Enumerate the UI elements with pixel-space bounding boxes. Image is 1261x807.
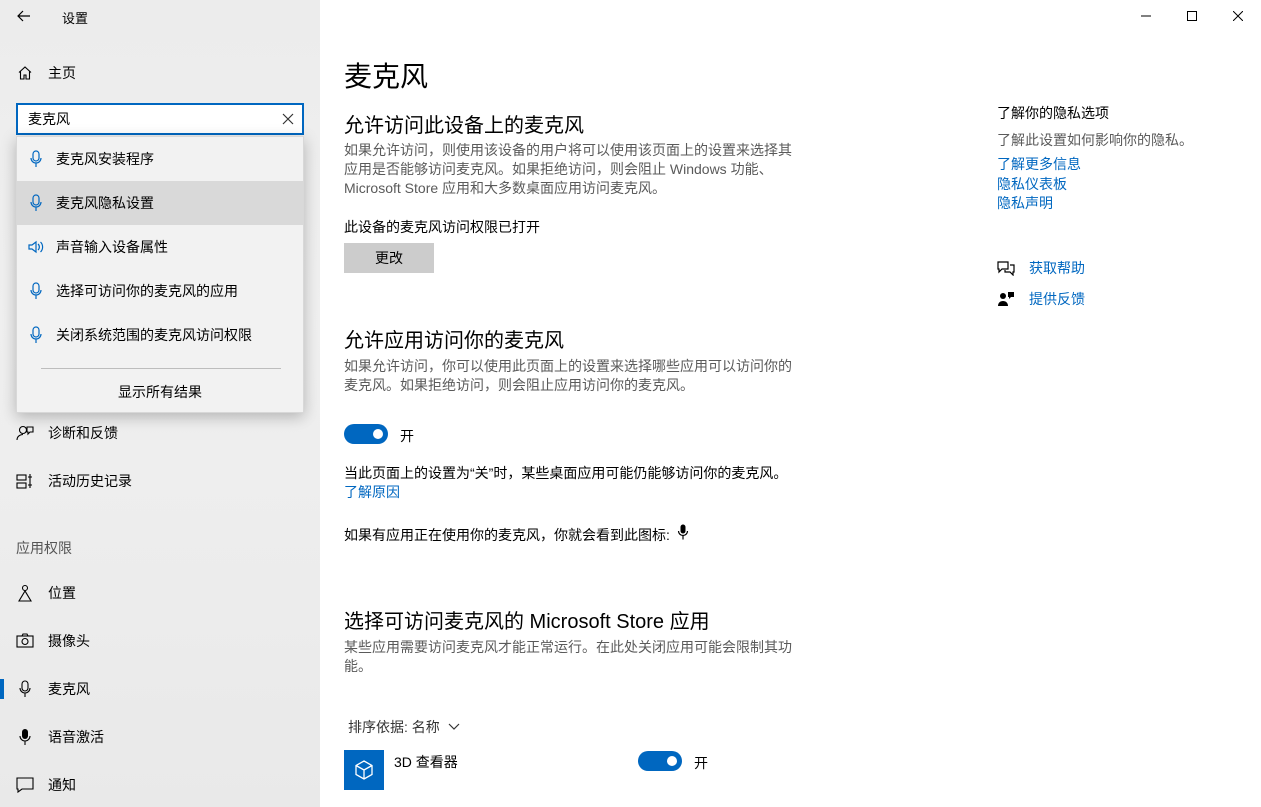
suggestion-label: 麦克风安装程序: [56, 151, 154, 167]
microphone-in-use-icon: [677, 524, 689, 540]
camera-icon: [16, 632, 34, 650]
suggestion-item[interactable]: 麦克风安装程序: [17, 137, 303, 181]
give-feedback-label: 提供反馈: [1029, 291, 1085, 307]
sidebar-item-microphone[interactable]: 麦克风: [0, 669, 320, 709]
sidebar-item-camera[interactable]: 摄像头: [0, 621, 320, 661]
toggle-knob: [667, 756, 677, 766]
sidebar-item-label: 活动历史记录: [48, 473, 132, 489]
sidebar-item-home[interactable]: 主页: [0, 53, 320, 93]
feedback-icon: [998, 292, 1014, 306]
toggle-state-label: 开: [694, 755, 708, 771]
get-help-link[interactable]: 获取帮助: [997, 257, 1197, 279]
app-name: 3D 查看器: [394, 754, 458, 770]
home-icon: [16, 64, 34, 82]
suggestion-item[interactable]: 选择可访问你的麦克风的应用: [17, 269, 303, 313]
sidebar-item-label: 麦克风: [48, 681, 90, 697]
help-chat-icon: [997, 261, 1015, 276]
suggestion-item[interactable]: 麦克风隐私设置: [17, 181, 303, 225]
minimize-icon: [1141, 15, 1151, 17]
suggestion-label: 麦克风隐私设置: [56, 195, 154, 211]
microphone-icon: [27, 194, 45, 212]
app-tile: [344, 750, 384, 790]
app-access-toggle[interactable]: [344, 424, 388, 444]
app-toggle[interactable]: [638, 751, 682, 771]
chevron-down-icon: [448, 723, 460, 730]
toggle-state-label: 开: [400, 428, 414, 444]
toggle-knob: [373, 429, 383, 439]
suggestion-label: 声音输入设备属性: [56, 239, 168, 255]
close-icon: [1233, 11, 1243, 21]
sidebar-item-label: 诊断和反馈: [48, 425, 118, 441]
clear-icon[interactable]: [280, 111, 296, 127]
suggestion-item[interactable]: 声音输入设备属性: [17, 225, 303, 269]
speaker-icon: [27, 238, 45, 256]
sidebar-item-label: 摄像头: [48, 633, 90, 649]
suggestion-label: 关闭系统范围的麦克风访问权限: [56, 327, 252, 343]
sidebar-item-activity-history[interactable]: 活动历史记录: [0, 461, 320, 501]
app-access-heading: 允许应用访问你的麦克风: [344, 330, 564, 352]
device-access-description: 如果允许访问，则使用该设备的用户将可以使用该页面上的设置来选择其应用是否能够访问…: [344, 142, 792, 196]
privacy-options-text: 了解此设置如何影响你的隐私。: [997, 132, 1193, 148]
voice-activation-icon: [16, 728, 34, 746]
page-title: 麦克风: [344, 61, 429, 92]
suggestion-label: 选择可访问你的麦克风的应用: [56, 283, 238, 299]
change-button[interactable]: 更改: [344, 243, 434, 273]
microphone-icon: [27, 326, 45, 344]
privacy-options-heading: 了解你的隐私选项: [997, 105, 1109, 121]
sidebar-titlebar: 设置: [0, 0, 320, 32]
3d-cube-icon: [355, 760, 373, 780]
app-access-description: 如果允许访问，你可以使用此页面上的设置来选择哪些应用可以访问你的麦克风。如果拒绝…: [344, 358, 792, 393]
minimize-button[interactable]: [1123, 0, 1169, 32]
sidebar-item-location[interactable]: 位置: [0, 573, 320, 613]
privacy-statement-link[interactable]: 隐私声明: [997, 193, 1053, 213]
sidebar-item-label: 通知: [48, 777, 76, 793]
sidebar-item-label: 语音激活: [48, 729, 104, 745]
get-help-label: 获取帮助: [1029, 260, 1085, 276]
device-access-status: 此设备的麦克风访问权限已打开: [344, 219, 540, 235]
device-access-heading: 允许访问此设备上的麦克风: [344, 115, 584, 137]
sidebar-item-diagnostics[interactable]: 诊断和反馈: [0, 413, 320, 453]
maximize-button[interactable]: [1169, 0, 1215, 32]
back-button[interactable]: [12, 4, 36, 28]
section-header: 应用权限: [16, 540, 72, 556]
feedback-person-icon: [16, 424, 34, 442]
search-box[interactable]: [16, 103, 304, 135]
microphone-icon: [27, 282, 45, 300]
notification-icon: [16, 776, 34, 794]
desktop-apps-note: 当此页面上的设置为“关”时，某些桌面应用可能仍能够访问你的麦克风。: [344, 465, 788, 481]
sidebar-item-label: 主页: [48, 65, 76, 81]
sidebar-item-notifications[interactable]: 通知: [0, 765, 320, 805]
privacy-dashboard-link[interactable]: 隐私仪表板: [997, 174, 1067, 194]
store-apps-description: 某些应用需要访问麦克风才能正常运行。在此处关闭应用可能会限制其功能。: [344, 639, 792, 674]
suggestion-item[interactable]: 关闭系统范围的麦克风访问权限: [17, 313, 303, 357]
back-arrow-icon: [17, 10, 30, 22]
app-title: 设置: [62, 11, 89, 26]
sort-label: 排序依据: 名称: [348, 719, 440, 735]
sort-dropdown[interactable]: 排序依据: 名称: [348, 717, 460, 737]
divider: [41, 368, 281, 369]
learn-why-link[interactable]: 了解原因: [344, 482, 400, 502]
learn-more-link[interactable]: 了解更多信息: [997, 154, 1081, 174]
show-all-results-button[interactable]: 显示所有结果: [17, 377, 303, 407]
mic-in-use-note: 如果有应用正在使用你的麦克风，你就会看到此图标:: [344, 527, 670, 543]
sidebar: 设置 主页 麦克风安装程序 麦克风隐私设置 声音输入设备属性: [0, 0, 320, 807]
sidebar-item-label: 位置: [48, 585, 76, 601]
give-feedback-link[interactable]: 提供反馈: [997, 288, 1197, 310]
maximize-icon: [1187, 11, 1197, 21]
store-apps-heading: 选择可访问麦克风的 Microsoft Store 应用: [344, 611, 710, 633]
microphone-icon: [27, 150, 45, 168]
sidebar-item-voice-activation[interactable]: 语音激活: [0, 717, 320, 757]
microphone-icon: [16, 680, 34, 698]
timeline-icon: [16, 472, 34, 490]
search-input[interactable]: [18, 105, 258, 133]
location-icon: [16, 584, 34, 602]
close-button[interactable]: [1215, 0, 1261, 32]
search-suggestions: 麦克风安装程序 麦克风隐私设置 声音输入设备属性 选择可访问你的麦克风的应用 关…: [16, 136, 304, 413]
